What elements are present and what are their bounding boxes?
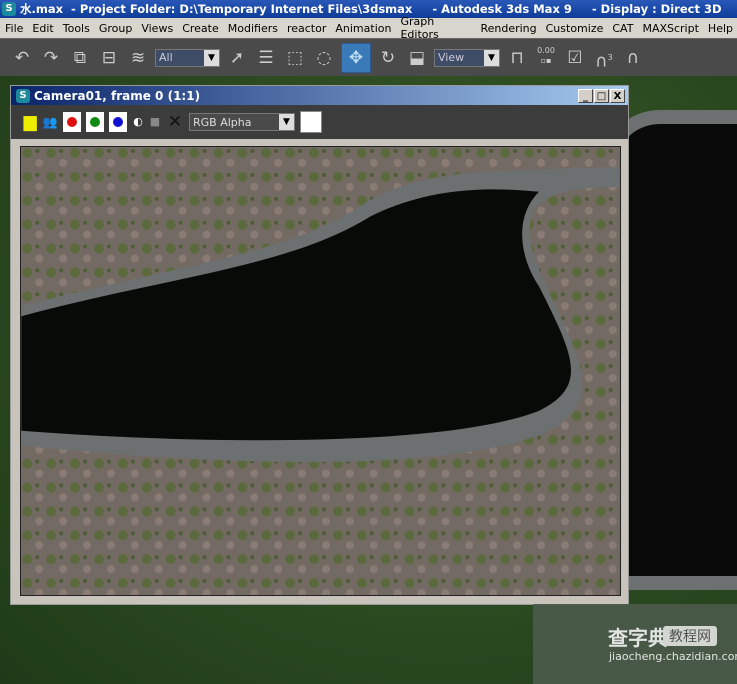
watermark-brand: 查字典 xyxy=(608,626,668,650)
window-crossing-icon[interactable]: ◌ xyxy=(312,46,336,70)
blue-channel-toggle[interactable] xyxy=(109,112,127,132)
green-dot-icon xyxy=(90,117,100,127)
link-icon[interactable]: ⧉ xyxy=(68,46,92,70)
scale-icon[interactable]: ⬓ xyxy=(405,46,429,70)
manipulate-icon[interactable]: 0.00 ▫▪ xyxy=(534,46,558,70)
render-window-title-bar: S Camera01, frame 0 (1:1) _ □ X xyxy=(11,86,628,105)
clear-icon[interactable]: ✕ xyxy=(166,110,184,134)
watermark: 查字典 教程网 jiaocheng.chazidian.com xyxy=(533,604,737,684)
render-scene xyxy=(21,147,620,595)
chevron-down-icon: ▼ xyxy=(484,49,499,66)
menu-cat[interactable]: CAT xyxy=(607,22,637,35)
undo-icon[interactable]: ↶ xyxy=(10,46,34,70)
select-by-name-icon[interactable]: ☰ xyxy=(254,46,278,70)
save-icon[interactable]: ▆ xyxy=(23,110,37,134)
render-window-toolbar: ▆ 👥 ◐ ■ ✕ RGB Alpha ▼ xyxy=(11,105,628,139)
main-toolbar: ↶ ↷ ⧉ ⊟ ≋ All ▼ ➚ ☰ ⬚ ◌ ✥ ↻ ⬓ View ▼ ⊓ 0.0… xyxy=(0,38,737,76)
channel-display-value: RGB Alpha xyxy=(193,115,252,129)
menu-animation[interactable]: Animation xyxy=(330,22,395,35)
unlink-icon[interactable]: ⊟ xyxy=(97,46,121,70)
menu-file[interactable]: File xyxy=(0,22,27,35)
menu-maxscript[interactable]: MAXScript xyxy=(637,22,702,35)
menu-customize[interactable]: Customize xyxy=(541,22,608,35)
monochrome-icon[interactable]: ■ xyxy=(149,110,161,134)
menu-help[interactable]: Help xyxy=(703,22,737,35)
angle-snap-icon[interactable]: ∩ xyxy=(621,46,645,70)
menu-create[interactable]: Create xyxy=(177,22,223,35)
maximize-button[interactable]: □ xyxy=(594,88,609,103)
selection-region-icon[interactable]: ⬚ xyxy=(283,46,307,70)
menu-rendering[interactable]: Rendering xyxy=(475,22,540,35)
title-display: - Display : Direct 3D xyxy=(571,2,722,16)
rendered-frame-window: S Camera01, frame 0 (1:1) _ □ X ▆ 👥 ◐ ■ … xyxy=(10,85,629,605)
alpha-toggle-icon[interactable]: ◐ xyxy=(132,110,144,134)
close-button[interactable]: X xyxy=(610,88,625,103)
bind-space-warp-icon[interactable]: ≋ xyxy=(126,46,150,70)
rendered-image xyxy=(20,146,621,596)
clone-icon[interactable]: 👥 xyxy=(42,110,58,134)
3dsmax-logo-icon: S xyxy=(16,88,30,103)
minimize-button[interactable]: _ xyxy=(578,88,593,103)
snap-toggle-icon[interactable]: ∩3 xyxy=(592,46,616,71)
menu-views[interactable]: Views xyxy=(136,22,177,35)
chevron-down-icon: ▼ xyxy=(279,114,294,130)
watermark-label: 教程网 xyxy=(663,626,717,646)
red-dot-icon xyxy=(67,117,77,127)
menu-group[interactable]: Group xyxy=(94,22,137,35)
reference-coord-value: View xyxy=(438,51,465,64)
channel-display-dropdown[interactable]: RGB Alpha ▼ xyxy=(189,113,295,131)
color-swatch[interactable] xyxy=(300,111,322,133)
select-object-icon[interactable]: ➚ xyxy=(225,46,249,70)
render-window-title: Camera01, frame 0 (1:1) xyxy=(34,88,201,103)
snap-count: 3 xyxy=(607,52,613,62)
keyboard-shortcut-icon[interactable]: ☑ xyxy=(563,46,587,70)
redo-icon[interactable]: ↷ xyxy=(39,46,63,70)
title-file: 水.max xyxy=(20,2,64,16)
menu-tools[interactable]: Tools xyxy=(58,22,94,35)
blue-dot-icon xyxy=(113,117,123,127)
menu-modifiers[interactable]: Modifiers xyxy=(223,22,282,35)
reference-coord-dropdown[interactable]: View ▼ xyxy=(434,48,500,67)
selection-filter-dropdown[interactable]: All ▼ xyxy=(155,48,220,67)
title-project: - Project Folder: D:\Temporary Internet … xyxy=(63,2,413,16)
menu-bar: File Edit Tools Group Views Create Modif… xyxy=(0,15,737,41)
app-title-bar: S 水.max - Project Folder: D:\Temporary I… xyxy=(0,0,737,18)
pivot-center-icon[interactable]: ⊓ xyxy=(505,46,529,70)
watermark-url: jiaocheng.chazidian.com xyxy=(609,650,737,663)
menu-edit[interactable]: Edit xyxy=(27,22,57,35)
green-channel-toggle[interactable] xyxy=(86,112,104,132)
red-channel-toggle[interactable] xyxy=(63,112,81,132)
move-icon[interactable]: ✥ xyxy=(341,42,371,73)
menu-reactor[interactable]: reactor xyxy=(282,22,330,35)
chevron-down-icon: ▼ xyxy=(204,49,219,66)
3dsmax-logo-icon: S xyxy=(2,2,16,16)
selection-filter-value: All xyxy=(159,51,173,64)
rotate-icon[interactable]: ↻ xyxy=(376,46,400,70)
snap-value: 0.00 xyxy=(537,45,555,55)
